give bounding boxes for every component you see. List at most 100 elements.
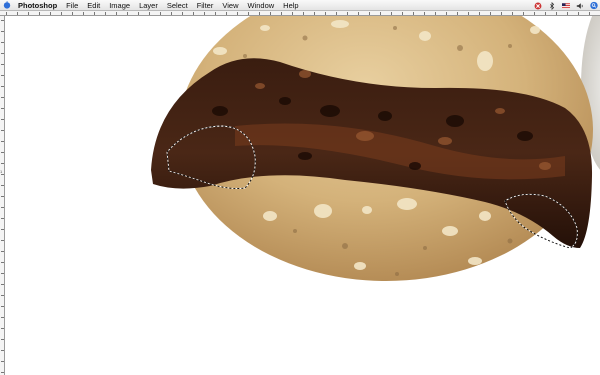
ruler-tick <box>468 12 469 15</box>
ruler-tick <box>94 12 95 15</box>
ruler-tick <box>1 20 4 21</box>
menu-extras <box>534 0 598 11</box>
menu-help[interactable]: Help <box>283 0 298 11</box>
ruler-tick <box>1 119 4 120</box>
ruler-tick <box>358 12 359 15</box>
ruler-tick <box>1 328 4 329</box>
document-canvas[interactable] <box>5 16 600 375</box>
ruler-tick <box>1 53 4 54</box>
ruler-tick <box>215 12 216 15</box>
ruler-tick <box>1 317 4 318</box>
ruler-tick <box>314 12 315 15</box>
ruler-tick <box>424 12 425 15</box>
menu-layer[interactable]: Layer <box>139 0 158 11</box>
menu-image[interactable]: Image <box>109 0 130 11</box>
ruler-tick <box>226 12 227 15</box>
ruler-tick <box>556 12 557 15</box>
ruler-tick <box>17 12 18 15</box>
ruler-tick <box>567 12 568 15</box>
ruler-tick <box>127 12 128 15</box>
ruler-tick <box>1 42 4 43</box>
ruler-tick <box>1 372 4 373</box>
ruler-tick <box>501 12 502 15</box>
ruler-tick <box>1 361 4 362</box>
ruler-tick <box>149 12 150 15</box>
ruler-tick <box>248 12 249 15</box>
ruler-tick <box>336 12 337 15</box>
ruler-tick <box>479 12 480 15</box>
us-flag-input-icon[interactable] <box>562 2 570 10</box>
ruler-tick <box>72 12 73 15</box>
ruler-tick <box>6 12 7 15</box>
ruler-tick <box>50 12 51 15</box>
ruler-tick <box>446 12 447 15</box>
ruler-tick <box>1 75 4 76</box>
ruler-tick <box>83 12 84 15</box>
ruler-tick <box>325 12 326 15</box>
ruler-tick <box>380 12 381 15</box>
script-menu-icon[interactable] <box>534 2 542 10</box>
ruler-tick <box>1 86 4 87</box>
ruler-tick <box>61 12 62 15</box>
ruler-tick <box>259 12 260 15</box>
ruler-tick <box>512 12 513 15</box>
ruler-tick <box>193 12 194 15</box>
ruler-tick <box>1 262 4 263</box>
ruler-tick <box>281 12 282 15</box>
ruler-tick <box>347 12 348 15</box>
ruler-tick <box>1 339 4 340</box>
menu-bar: Photoshop File Edit Image Layer Select F… <box>0 0 600 11</box>
ruler-tick <box>545 12 546 15</box>
apple-logo-icon[interactable] <box>3 1 11 9</box>
ruler-tick <box>39 12 40 15</box>
ruler-tick <box>1 229 4 230</box>
ruler-tick <box>1 251 4 252</box>
ruler-tick <box>391 12 392 15</box>
ruler-tick <box>1 273 4 274</box>
menu-view[interactable]: View <box>222 0 238 11</box>
spotlight-icon[interactable] <box>590 1 598 10</box>
ruler-tick <box>534 12 535 15</box>
bluetooth-icon[interactable] <box>548 1 556 10</box>
ruler-tick <box>1 218 4 219</box>
ruler-tick <box>292 12 293 15</box>
menu-select[interactable]: Select <box>167 0 188 11</box>
menu-photoshop[interactable]: Photoshop <box>18 0 57 11</box>
ruler-tick <box>413 12 414 15</box>
menu-filter[interactable]: Filter <box>197 0 214 11</box>
ruler-tick <box>1 240 4 241</box>
ruler-tick <box>589 12 590 15</box>
ruler-tick <box>1 207 4 208</box>
menu-window[interactable]: Window <box>247 0 274 11</box>
ruler-tick <box>171 12 172 15</box>
menu-file[interactable]: File <box>66 0 78 11</box>
ruler-tick <box>402 12 403 15</box>
ruler-tick <box>182 12 183 15</box>
ruler-tick <box>1 97 4 98</box>
ruler-tick <box>369 12 370 15</box>
ruler-tick <box>523 12 524 15</box>
volume-icon[interactable] <box>576 2 584 10</box>
ruler-tick <box>1 108 4 109</box>
ruler-tick <box>303 12 304 15</box>
ruler-tick <box>237 12 238 15</box>
ruler-tick <box>1 31 4 32</box>
ruler-tick <box>160 12 161 15</box>
ruler-tick <box>1 163 4 164</box>
ruler-tick <box>270 12 271 15</box>
ruler-tick <box>1 284 4 285</box>
ruler-tick <box>1 185 4 186</box>
ruler-tick <box>1 350 4 351</box>
ruler-tick <box>1 196 4 197</box>
menu-edit[interactable]: Edit <box>87 0 100 11</box>
ruler-tick <box>116 12 117 15</box>
ruler-tick <box>204 12 205 15</box>
canvas-artwork <box>151 16 600 281</box>
ruler-tick <box>1 306 4 307</box>
ruler-tick <box>1 152 4 153</box>
ruler-tick <box>1 174 4 175</box>
ruler-tick <box>1 64 4 65</box>
ruler-tick <box>490 12 491 15</box>
ruler-tick <box>1 130 4 131</box>
ruler-tick <box>105 12 106 15</box>
